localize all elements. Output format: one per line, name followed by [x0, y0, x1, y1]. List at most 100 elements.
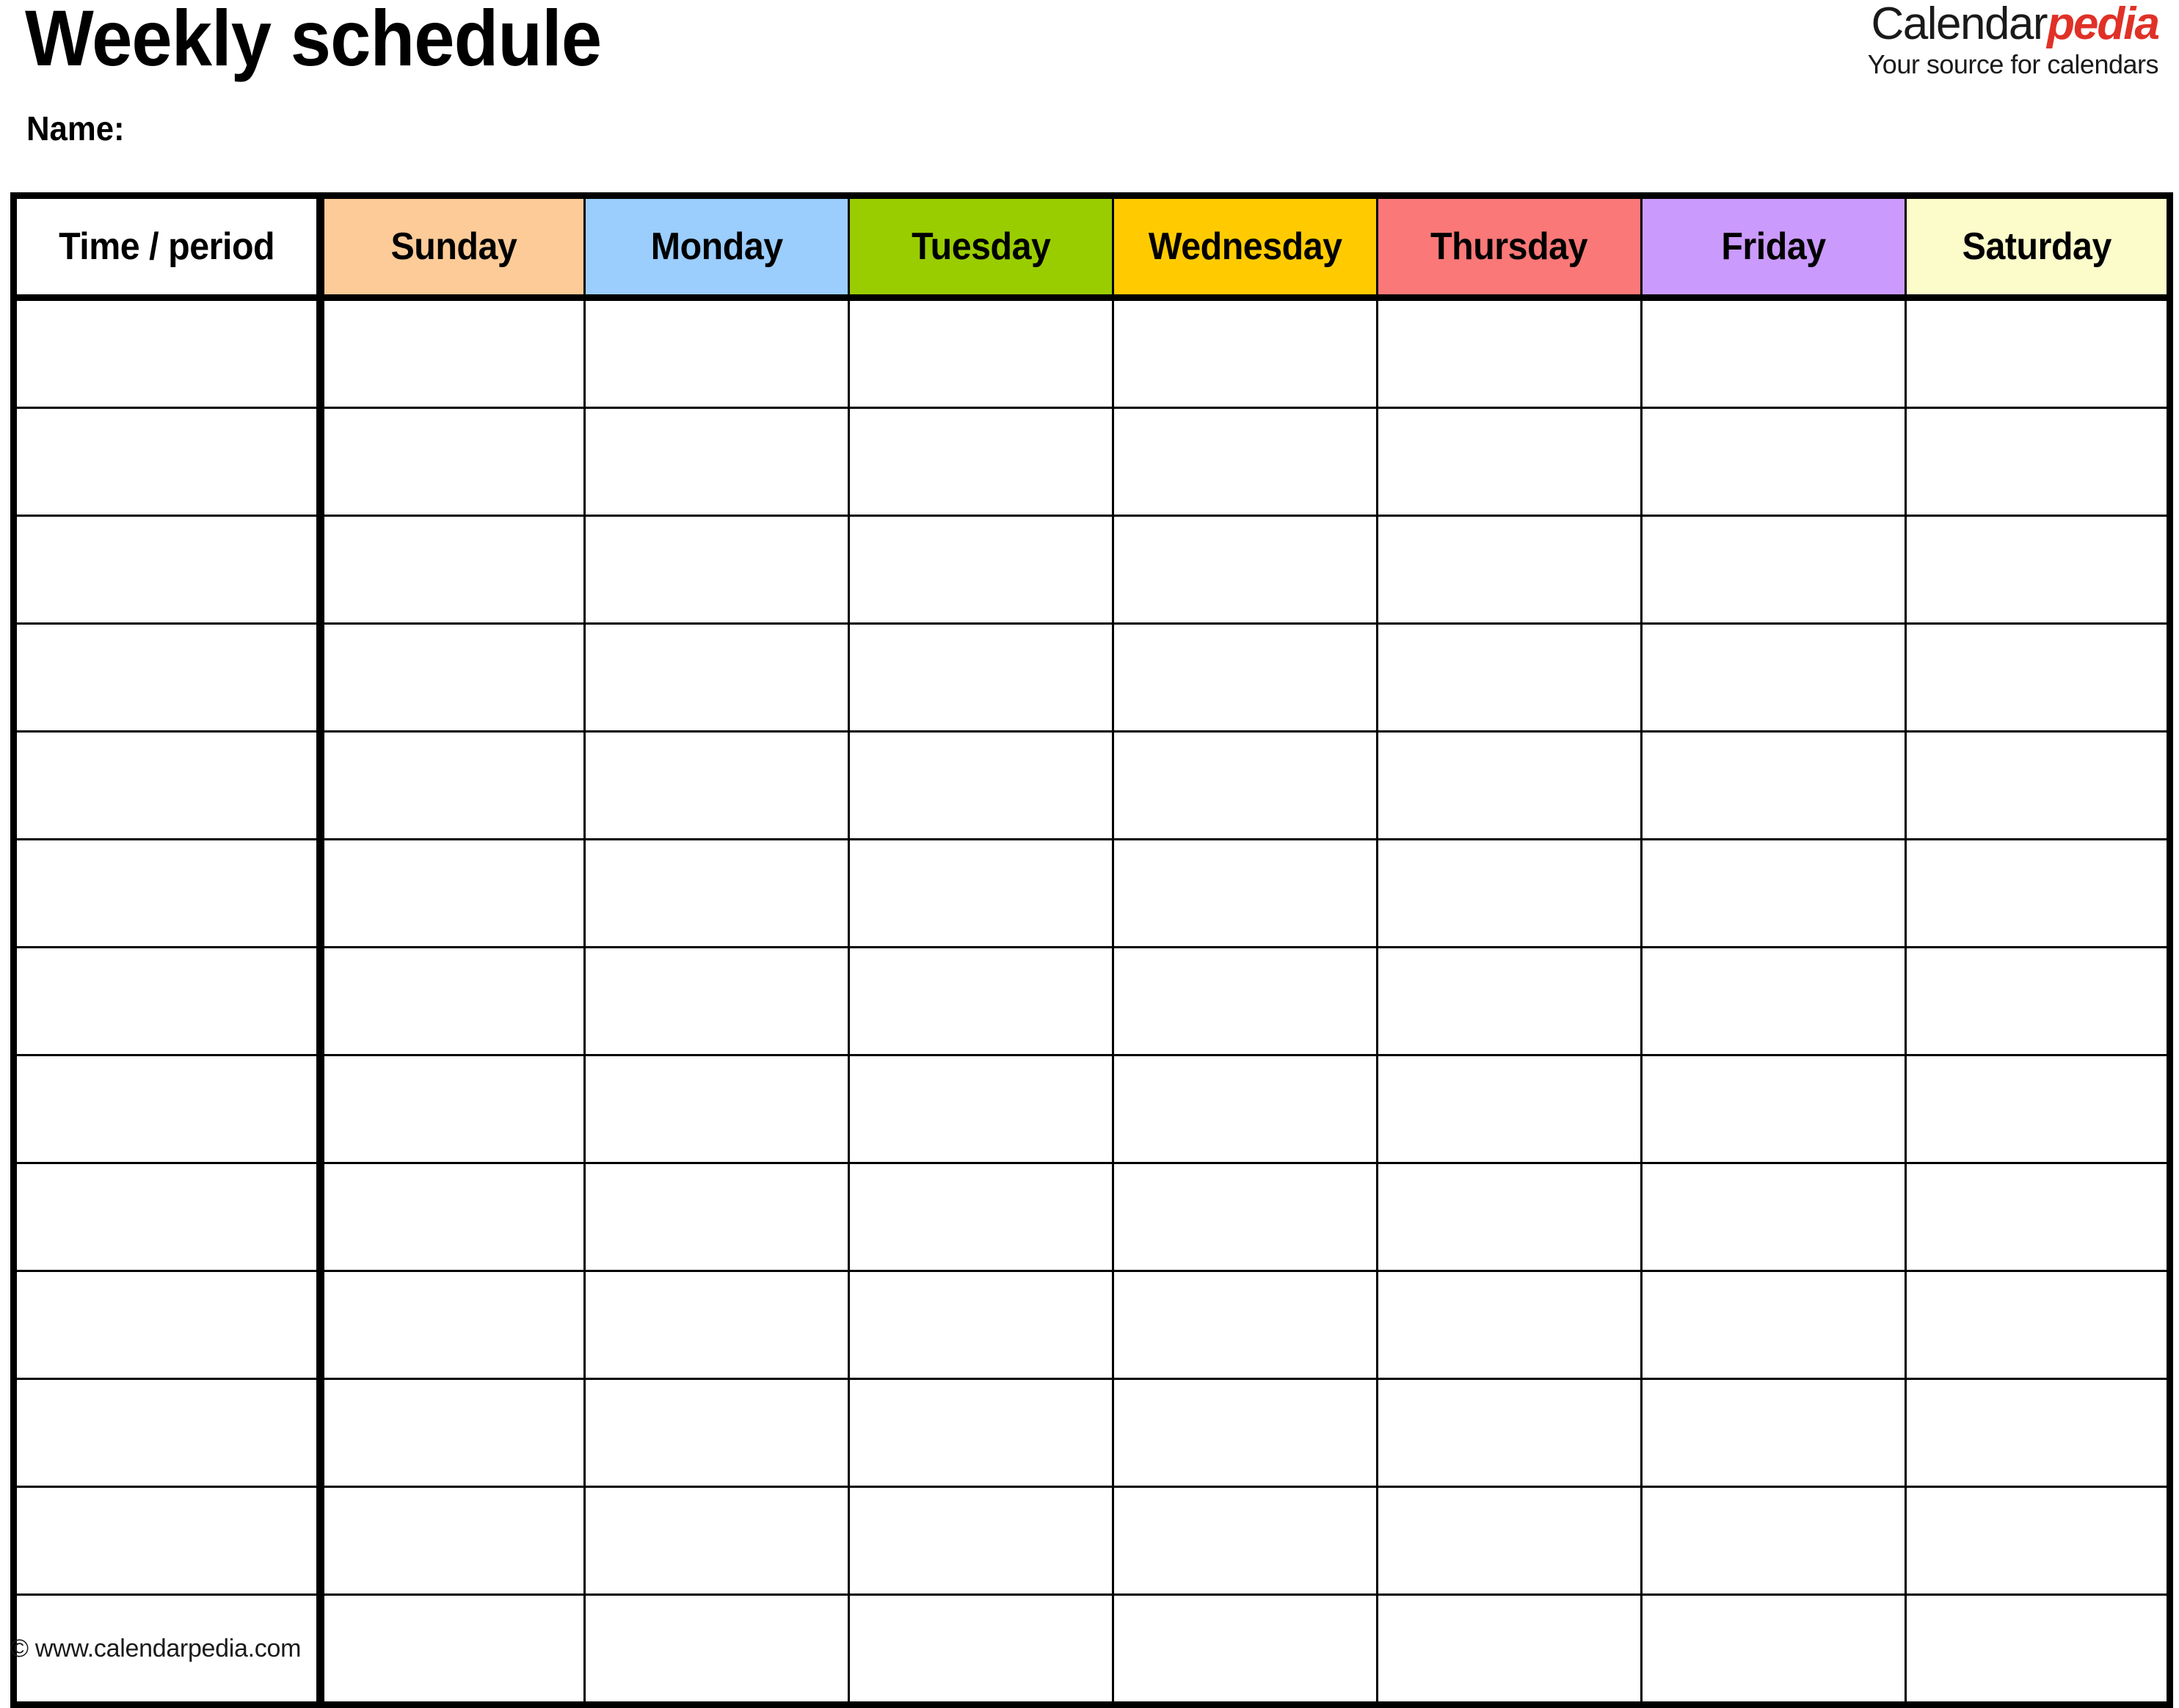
schedule-cell-thursday[interactable] [1376, 1162, 1643, 1272]
schedule-cell-saturday[interactable] [1905, 1054, 2171, 1164]
schedule-cell-tuesday[interactable] [848, 407, 1114, 517]
schedule-cell-monday[interactable] [583, 622, 850, 733]
schedule-cell-monday[interactable] [583, 1593, 850, 1706]
time-period-cell[interactable] [12, 1270, 324, 1380]
schedule-cell-friday[interactable] [1640, 622, 1907, 733]
time-period-cell[interactable] [12, 1378, 324, 1488]
schedule-cell-saturday[interactable] [1905, 622, 2171, 733]
time-period-cell[interactable] [12, 622, 324, 733]
schedule-cell-wednesday[interactable] [1112, 407, 1378, 517]
schedule-cell-tuesday[interactable] [848, 1378, 1114, 1488]
schedule-cell-thursday[interactable] [1376, 1054, 1643, 1164]
time-period-cell[interactable] [12, 1486, 324, 1596]
schedule-cell-saturday[interactable] [1905, 946, 2171, 1056]
schedule-cell-sunday[interactable] [319, 297, 586, 409]
schedule-cell-wednesday[interactable] [1112, 1486, 1378, 1596]
time-period-cell[interactable] [12, 407, 324, 517]
time-period-cell[interactable] [12, 1054, 324, 1164]
schedule-cell-wednesday[interactable] [1112, 946, 1378, 1056]
schedule-cell-saturday[interactable] [1905, 515, 2171, 625]
schedule-cell-wednesday[interactable] [1112, 515, 1378, 625]
time-period-cell[interactable] [12, 946, 324, 1056]
schedule-cell-sunday[interactable] [319, 1270, 586, 1380]
schedule-cell-monday[interactable] [583, 1270, 850, 1380]
schedule-cell-monday[interactable] [583, 946, 850, 1056]
schedule-cell-saturday[interactable] [1905, 1270, 2171, 1380]
schedule-cell-monday[interactable] [583, 838, 850, 948]
schedule-cell-friday[interactable] [1640, 1054, 1907, 1164]
schedule-cell-tuesday[interactable] [848, 946, 1114, 1056]
schedule-cell-saturday[interactable] [1905, 1162, 2171, 1272]
schedule-cell-wednesday[interactable] [1112, 1054, 1378, 1164]
schedule-cell-sunday[interactable] [319, 622, 586, 733]
schedule-cell-friday[interactable] [1640, 1378, 1907, 1488]
schedule-cell-monday[interactable] [583, 1378, 850, 1488]
schedule-cell-wednesday[interactable] [1112, 1270, 1378, 1380]
schedule-cell-thursday[interactable] [1376, 730, 1643, 840]
schedule-cell-sunday[interactable] [319, 515, 586, 625]
schedule-cell-saturday[interactable] [1905, 407, 2171, 517]
schedule-cell-saturday[interactable] [1905, 1593, 2171, 1706]
time-period-cell[interactable] [12, 838, 324, 948]
schedule-cell-wednesday[interactable] [1112, 1162, 1378, 1272]
time-period-cell[interactable] [12, 730, 324, 840]
schedule-cell-thursday[interactable] [1376, 622, 1643, 733]
schedule-cell-friday[interactable] [1640, 515, 1907, 625]
schedule-cell-friday[interactable] [1640, 730, 1907, 840]
schedule-cell-wednesday[interactable] [1112, 297, 1378, 409]
schedule-cell-tuesday[interactable] [848, 515, 1114, 625]
time-period-cell[interactable] [12, 515, 324, 625]
schedule-cell-friday[interactable] [1640, 1486, 1907, 1596]
schedule-cell-friday[interactable] [1640, 1270, 1907, 1380]
schedule-cell-tuesday[interactable] [848, 1054, 1114, 1164]
schedule-cell-tuesday[interactable] [848, 730, 1114, 840]
schedule-cell-tuesday[interactable] [848, 1486, 1114, 1596]
schedule-cell-thursday[interactable] [1376, 515, 1643, 625]
time-period-cell[interactable] [12, 297, 324, 409]
schedule-cell-thursday[interactable] [1376, 1378, 1643, 1488]
schedule-cell-thursday[interactable] [1376, 297, 1643, 409]
schedule-cell-thursday[interactable] [1376, 1486, 1643, 1596]
schedule-cell-tuesday[interactable] [848, 622, 1114, 733]
schedule-cell-sunday[interactable] [319, 838, 586, 948]
schedule-cell-monday[interactable] [583, 1054, 850, 1164]
schedule-cell-sunday[interactable] [319, 946, 586, 1056]
schedule-cell-tuesday[interactable] [848, 297, 1114, 409]
schedule-cell-saturday[interactable] [1905, 297, 2171, 409]
schedule-cell-tuesday[interactable] [848, 838, 1114, 948]
schedule-cell-thursday[interactable] [1376, 838, 1643, 948]
schedule-cell-monday[interactable] [583, 1162, 850, 1272]
schedule-cell-wednesday[interactable] [1112, 838, 1378, 948]
schedule-cell-saturday[interactable] [1905, 838, 2171, 948]
schedule-cell-wednesday[interactable] [1112, 730, 1378, 840]
schedule-cell-friday[interactable] [1640, 1162, 1907, 1272]
schedule-cell-friday[interactable] [1640, 838, 1907, 948]
schedule-cell-wednesday[interactable] [1112, 622, 1378, 733]
schedule-cell-sunday[interactable] [319, 1593, 586, 1706]
schedule-cell-monday[interactable] [583, 407, 850, 517]
schedule-cell-thursday[interactable] [1376, 407, 1643, 517]
schedule-cell-saturday[interactable] [1905, 1378, 2171, 1488]
schedule-cell-saturday[interactable] [1905, 1486, 2171, 1596]
schedule-cell-sunday[interactable] [319, 1486, 586, 1596]
schedule-cell-monday[interactable] [583, 730, 850, 840]
schedule-cell-sunday[interactable] [319, 1162, 586, 1272]
schedule-cell-monday[interactable] [583, 1486, 850, 1596]
schedule-cell-wednesday[interactable] [1112, 1593, 1378, 1706]
schedule-cell-thursday[interactable] [1376, 1270, 1643, 1380]
time-period-cell[interactable] [12, 1162, 324, 1272]
schedule-cell-monday[interactable] [583, 297, 850, 409]
schedule-cell-wednesday[interactable] [1112, 1378, 1378, 1488]
schedule-cell-saturday[interactable] [1905, 730, 2171, 840]
schedule-cell-tuesday[interactable] [848, 1593, 1114, 1706]
schedule-cell-sunday[interactable] [319, 407, 586, 517]
schedule-cell-friday[interactable] [1640, 946, 1907, 1056]
schedule-cell-friday[interactable] [1640, 407, 1907, 517]
schedule-cell-sunday[interactable] [319, 730, 586, 840]
schedule-cell-tuesday[interactable] [848, 1270, 1114, 1380]
schedule-cell-friday[interactable] [1640, 297, 1907, 409]
schedule-cell-sunday[interactable] [319, 1378, 586, 1488]
schedule-cell-friday[interactable] [1640, 1593, 1907, 1706]
schedule-cell-sunday[interactable] [319, 1054, 586, 1164]
schedule-cell-thursday[interactable] [1376, 1593, 1643, 1706]
